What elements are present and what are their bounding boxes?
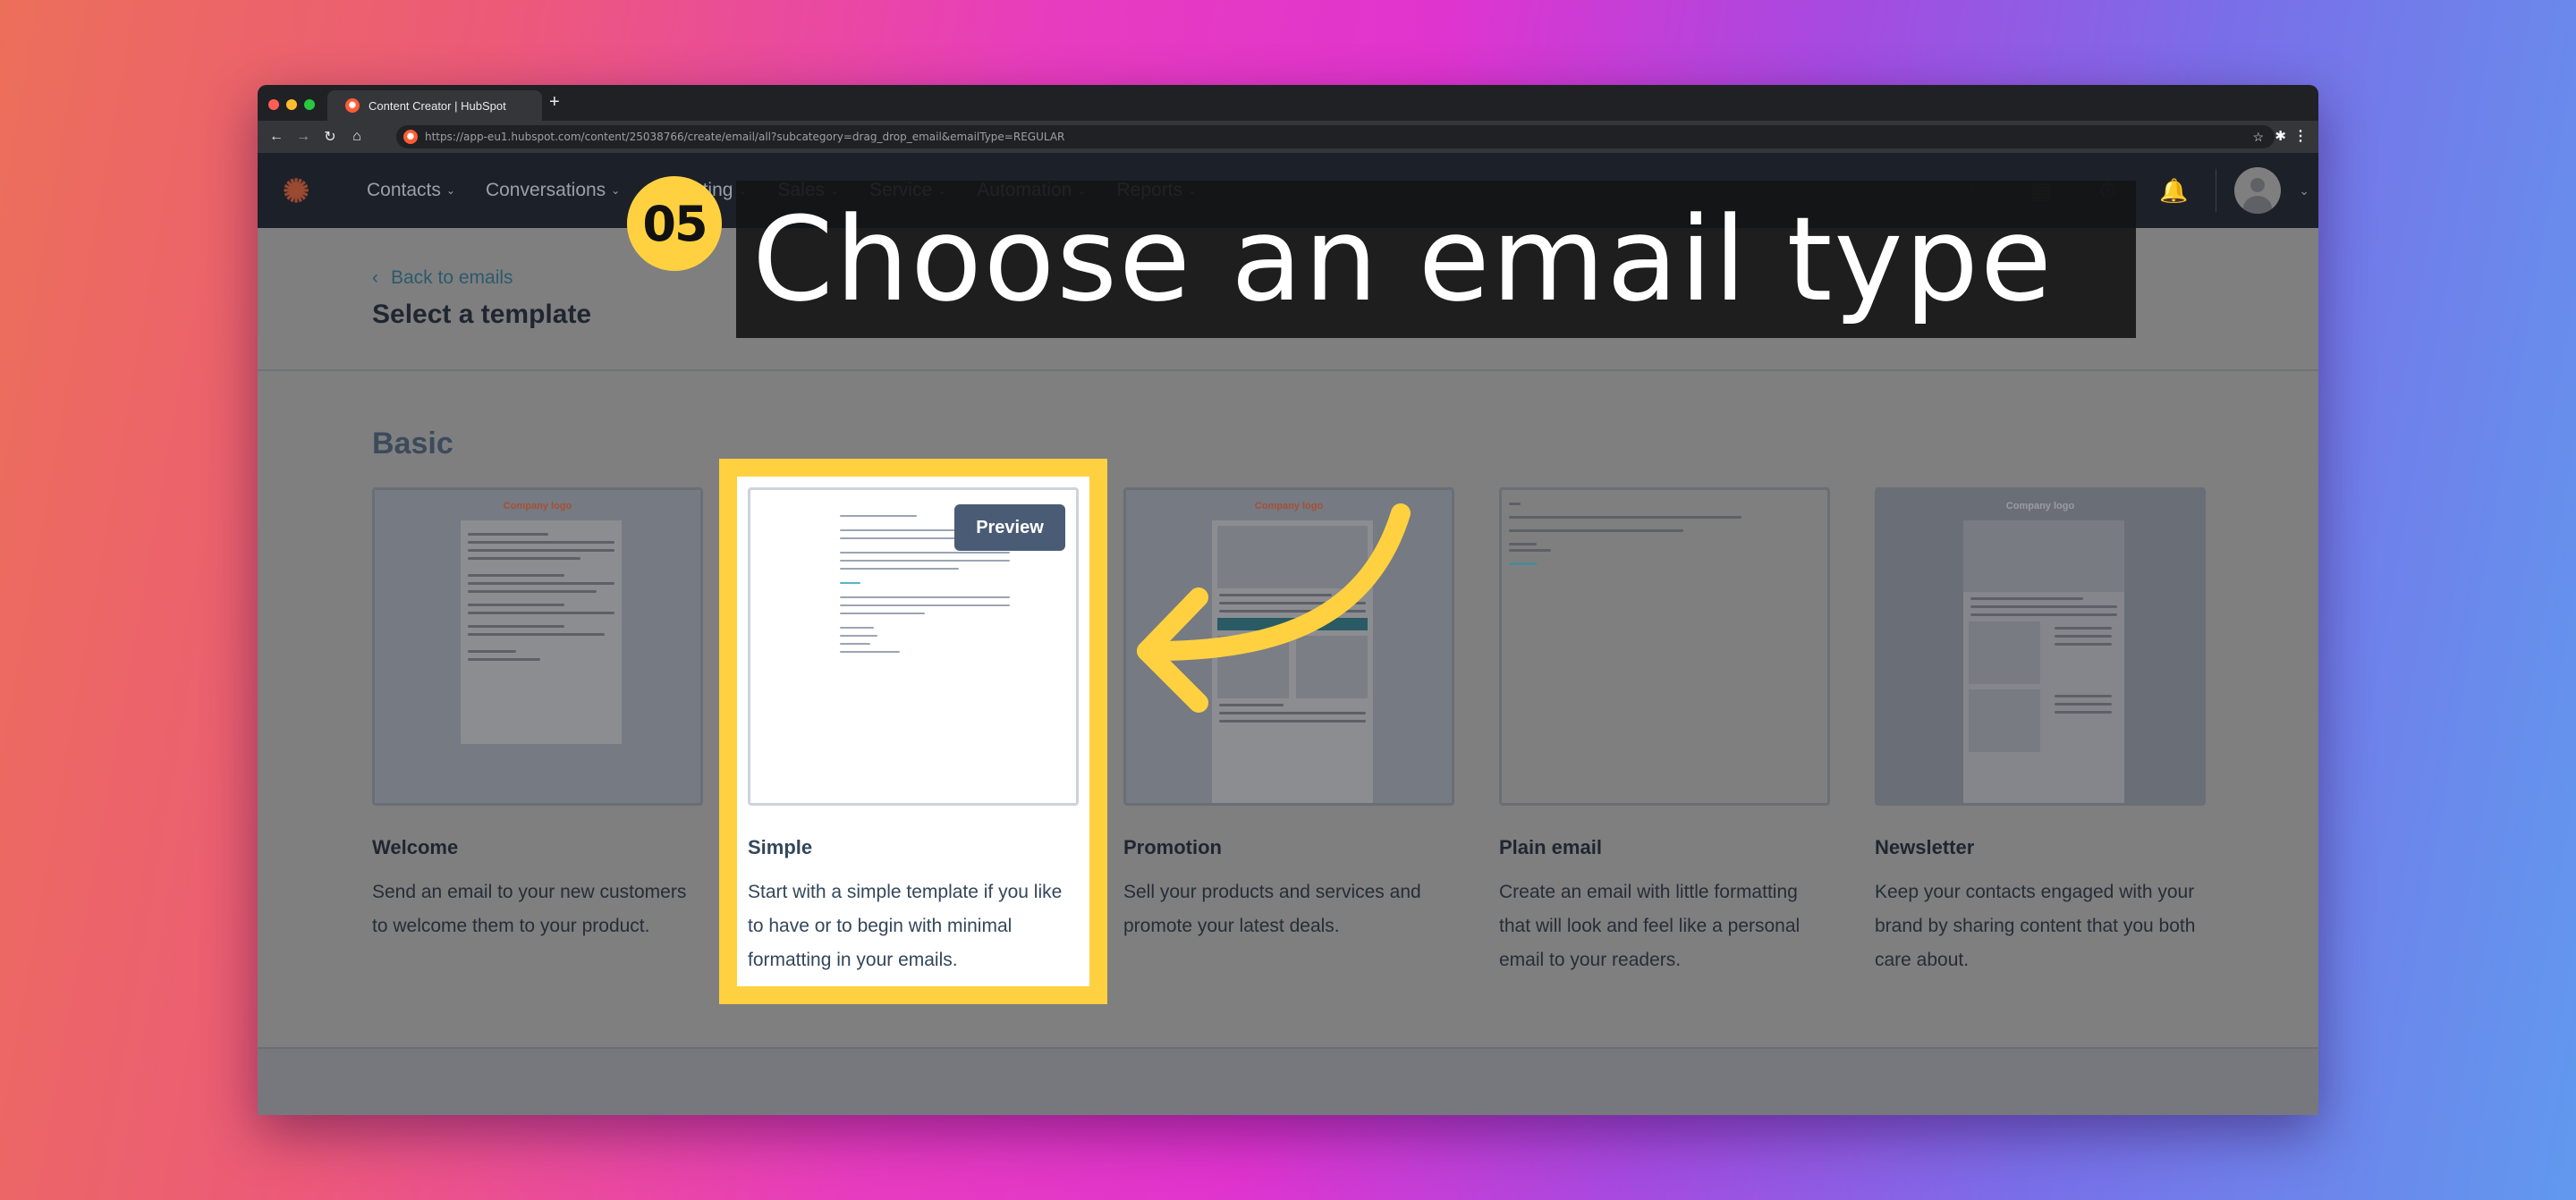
annotation-arrow-icon xyxy=(1137,503,1411,713)
extensions-puzzle-icon[interactable]: ✱ xyxy=(2275,128,2286,144)
template-description: Sell your products and services and prom… xyxy=(1123,882,1421,936)
browser-tab[interactable]: ✺ Content Creator | HubSpot xyxy=(327,90,542,121)
chevron-down-icon: ⌄ xyxy=(445,184,455,197)
template-card-plain-email[interactable]: Plain email Create an email with little … xyxy=(1499,487,1830,977)
url-text[interactable]: https://app-eu1.hubspot.com/content/2503… xyxy=(425,131,1064,143)
nav-label: Contacts xyxy=(367,180,441,200)
thumbnail-document xyxy=(461,520,622,744)
tab-strip: ✺ Content Creator | HubSpot + xyxy=(258,85,2318,121)
caption-text: Choose an email type xyxy=(752,191,2054,327)
template-title: Plain email xyxy=(1499,836,1602,858)
page-title: Select a template xyxy=(372,300,592,329)
template-card-simple[interactable]: Preview Simple Start with a simple templ… xyxy=(719,459,1107,1004)
hubspot-favicon-icon: ✺ xyxy=(345,98,360,113)
template-description: Send an email to your new customers to w… xyxy=(372,882,687,936)
section-title-basic: Basic xyxy=(372,427,453,461)
template-thumbnail[interactable]: Company logo xyxy=(1875,487,2206,806)
nav-conversations[interactable]: Conversations ⌄ xyxy=(486,180,620,201)
nav-contacts[interactable]: Contacts ⌄ xyxy=(367,180,455,201)
thumbnail-document xyxy=(1509,497,1741,576)
forward-icon[interactable]: → xyxy=(290,129,317,145)
nav-label: Conversations xyxy=(485,180,606,200)
new-tab-button[interactable]: + xyxy=(549,92,560,113)
thumbnail-logo: Company logo xyxy=(503,501,572,511)
home-icon[interactable]: ⌂ xyxy=(343,129,370,145)
back-link-label: Back to emails xyxy=(391,267,513,288)
template-thumbnail[interactable]: Preview xyxy=(748,487,1079,806)
template-description: Keep your contacts engaged with your bra… xyxy=(1875,882,2196,970)
back-to-emails-link[interactable]: ‹ Back to emails xyxy=(372,267,513,289)
thumbnail-document xyxy=(1963,520,2124,803)
step-number-badge: 05 xyxy=(627,176,722,271)
chevron-left-icon: ‹ xyxy=(372,267,378,288)
close-window-button[interactable] xyxy=(268,99,279,110)
thumbnail-logo: Company logo xyxy=(2005,501,2075,511)
template-thumbnail[interactable] xyxy=(1499,487,1830,806)
template-card-newsletter[interactable]: Company logo Newsletter Keep your contac… xyxy=(1875,487,2206,977)
minimize-window-button[interactable] xyxy=(286,99,297,110)
browser-menu-icon[interactable]: ⋮ xyxy=(2293,127,2308,145)
template-title: Simple xyxy=(748,836,813,858)
footer-bar xyxy=(258,1047,2318,1115)
address-bar[interactable]: ✺ https://app-eu1.hubspot.com/content/25… xyxy=(396,125,2275,148)
template-card-welcome[interactable]: Company logo Welcome Send an email to yo… xyxy=(372,487,703,943)
template-title: Welcome xyxy=(372,836,459,858)
back-icon[interactable]: ← xyxy=(263,129,290,145)
caption-banner: Choose an email type xyxy=(736,181,2136,338)
maximize-window-button[interactable] xyxy=(304,99,315,110)
reload-icon[interactable]: ↻ xyxy=(317,128,343,146)
browser-toolbar: ← → ↻ ⌂ ✺ https://app-eu1.hubspot.com/co… xyxy=(258,121,2318,153)
chevron-down-icon: ⌄ xyxy=(611,184,621,197)
template-description: Start with a simple template if you like… xyxy=(748,882,1063,970)
arrow-shaft xyxy=(1137,503,1411,662)
tab-title: Content Creator | HubSpot xyxy=(369,98,506,113)
account-chevron-icon[interactable]: ⌄ xyxy=(2299,183,2309,199)
avatar[interactable] xyxy=(2234,167,2282,214)
template-title: Promotion xyxy=(1123,836,1222,858)
preview-button[interactable]: Preview xyxy=(954,504,1065,551)
template-thumbnail[interactable]: Company logo xyxy=(372,487,703,806)
template-description: Create an email with little formatting t… xyxy=(1499,882,1801,970)
bookmark-star-icon[interactable]: ☆ xyxy=(2252,130,2264,145)
site-favicon-icon: ✺ xyxy=(403,130,418,144)
hubspot-logo-icon[interactable]: ✺ xyxy=(283,173,309,210)
template-title: Newsletter xyxy=(1875,836,1975,858)
notifications-bell-icon[interactable]: 🔔 xyxy=(2140,177,2207,205)
